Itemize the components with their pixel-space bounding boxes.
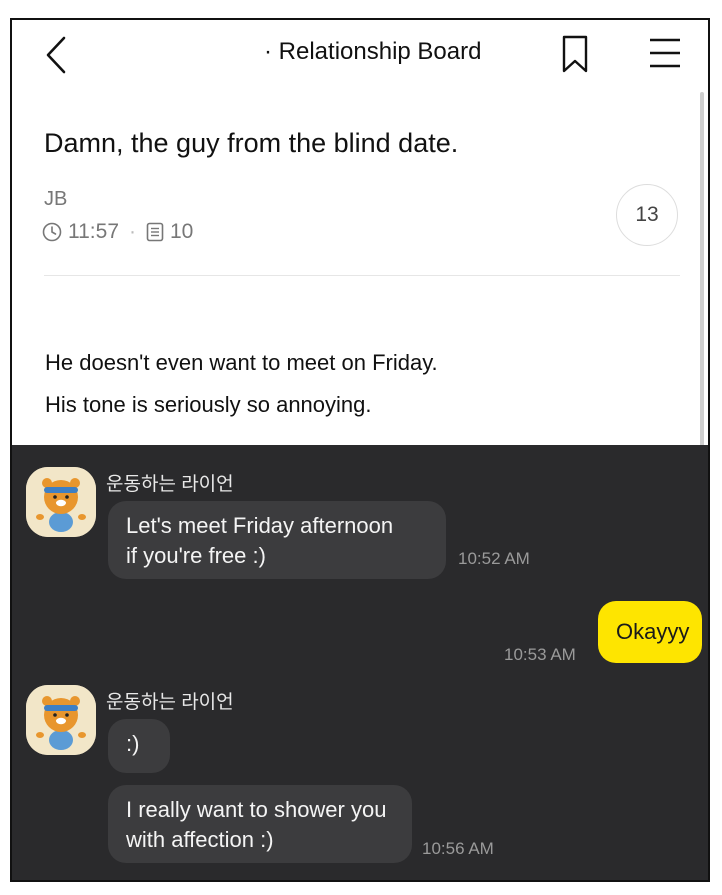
ryan-avatar (26, 685, 96, 755)
board-title: · Relationship Board (264, 38, 482, 65)
post-body: He doesn't even want to meet on Friday. … (45, 342, 438, 426)
post-meta: 11:57 · 10 (42, 220, 193, 244)
message-time: 10:52 AM (458, 549, 530, 568)
document-icon (146, 222, 164, 242)
post-time: 11:57 (68, 220, 119, 243)
scrollbar[interactable] (700, 92, 704, 447)
my-message-bubble: Okayyy (598, 601, 702, 663)
sender-name: 운동하는 라이언 (106, 692, 234, 713)
ryan-character-icon (26, 685, 96, 755)
message-line: Let's meet Friday afternoon (126, 513, 394, 538)
message-bubble: Let's meet Friday afternoon if you're fr… (108, 501, 446, 579)
phone-screen: · Relationship Board Damn, the guy from … (10, 18, 710, 882)
meta-separator: · (129, 220, 136, 243)
post-author[interactable]: JB (44, 188, 67, 211)
chat-screenshot: 운동하는 라이언 Let's meet Friday afternoon if … (12, 445, 708, 880)
ryan-character-icon (26, 467, 96, 537)
message-line: I really want to shower you (126, 797, 387, 822)
clock-icon (42, 222, 62, 242)
back-arrow-icon[interactable] (40, 34, 76, 76)
message-line: Okayyy (616, 619, 690, 644)
message-bubble: :) (108, 719, 170, 773)
post-body-line: He doesn't even want to meet on Friday. (45, 350, 438, 375)
message-line: if you're free :) (126, 543, 266, 568)
ryan-avatar (26, 467, 96, 537)
sender-name: 운동하는 라이언 (106, 474, 234, 495)
top-bar: · Relationship Board (12, 20, 708, 91)
message-time: 10:53 AM (504, 645, 576, 664)
message-bubble: I really want to shower you with affecti… (108, 785, 412, 863)
post-section: Damn, the guy from the blind date. JB 11… (12, 90, 708, 447)
hamburger-menu-icon[interactable] (648, 36, 682, 70)
message-line: with affection :) (126, 827, 274, 852)
message-time: 10:56 AM (422, 839, 494, 858)
divider (44, 275, 680, 276)
bookmark-icon[interactable] (560, 34, 590, 74)
comment-count-button[interactable]: 13 (616, 184, 678, 246)
post-title: Damn, the guy from the blind date. (44, 128, 459, 158)
post-body-line: His tone is seriously so annoying. (45, 392, 372, 417)
post-views: 10 (170, 220, 194, 243)
message-line: :) (126, 731, 140, 756)
